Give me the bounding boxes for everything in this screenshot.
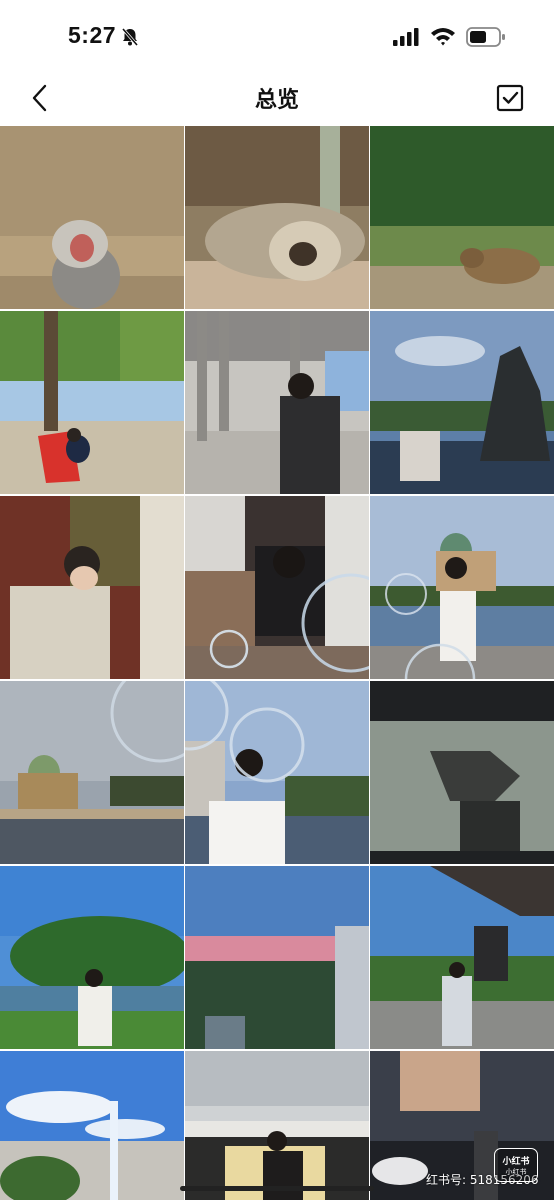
select-button[interactable] [496,84,524,112]
photo-back-view[interactable] [185,681,369,864]
screen-photo [370,681,554,864]
cathedral-river-photo [370,496,554,679]
photo-cathedral-bridge[interactable] [0,681,184,864]
station-photo [370,866,554,1049]
photo-fountain-sky[interactable] [0,1051,184,1200]
status-time: 5:27 [68,22,117,48]
park-chair-photo [0,311,184,494]
photo-kneeling[interactable] [185,496,369,679]
photo-grid [0,126,554,1200]
capybara-photo [370,126,554,309]
fountain-sky-photo [0,1051,184,1200]
nav-bar: 总览 [0,72,554,126]
brick-wall-photo [0,496,184,679]
photo-fountain[interactable] [370,311,554,494]
home-indicator [180,1186,374,1191]
xiaohongshu-logo: 小红书 小红书 [494,1148,538,1182]
logo-text: 小红书 [502,1157,530,1167]
photo-cathedral-river[interactable] [370,496,554,679]
logo-sub: 小红书 [505,1168,527,1176]
baboon-photo [0,126,184,309]
status-bar: 5:27 [0,0,554,72]
store-photo [185,1051,369,1200]
photo-baboon[interactable] [0,126,184,309]
bell-slash-icon [121,28,139,46]
photo-station[interactable] [370,866,554,1049]
sloth-photo [185,126,369,309]
back-view-photo [185,681,369,864]
battery-icon [466,27,505,47]
kneeling-photo [185,496,369,679]
photo-sloth[interactable] [185,126,369,309]
photo-capybara[interactable] [370,126,554,309]
pavilion-photo [185,311,369,494]
photo-park-chair[interactable] [0,311,184,494]
photo-store[interactable] [185,1051,369,1200]
photo-screen[interactable] [370,681,554,864]
signal-icon [393,28,419,46]
lake-park-photo [0,866,184,1049]
photo-pavilion[interactable] [185,311,369,494]
photo-brick-wall[interactable] [0,496,184,679]
photo-lake-park[interactable] [0,866,184,1049]
sunset-city-photo [185,866,369,1049]
fountain-photo [370,311,554,494]
page-title: 总览 [254,88,299,113]
wifi-icon [431,28,455,46]
photo-sunset-city[interactable] [185,866,369,1049]
cathedral-bridge-photo [0,681,184,864]
